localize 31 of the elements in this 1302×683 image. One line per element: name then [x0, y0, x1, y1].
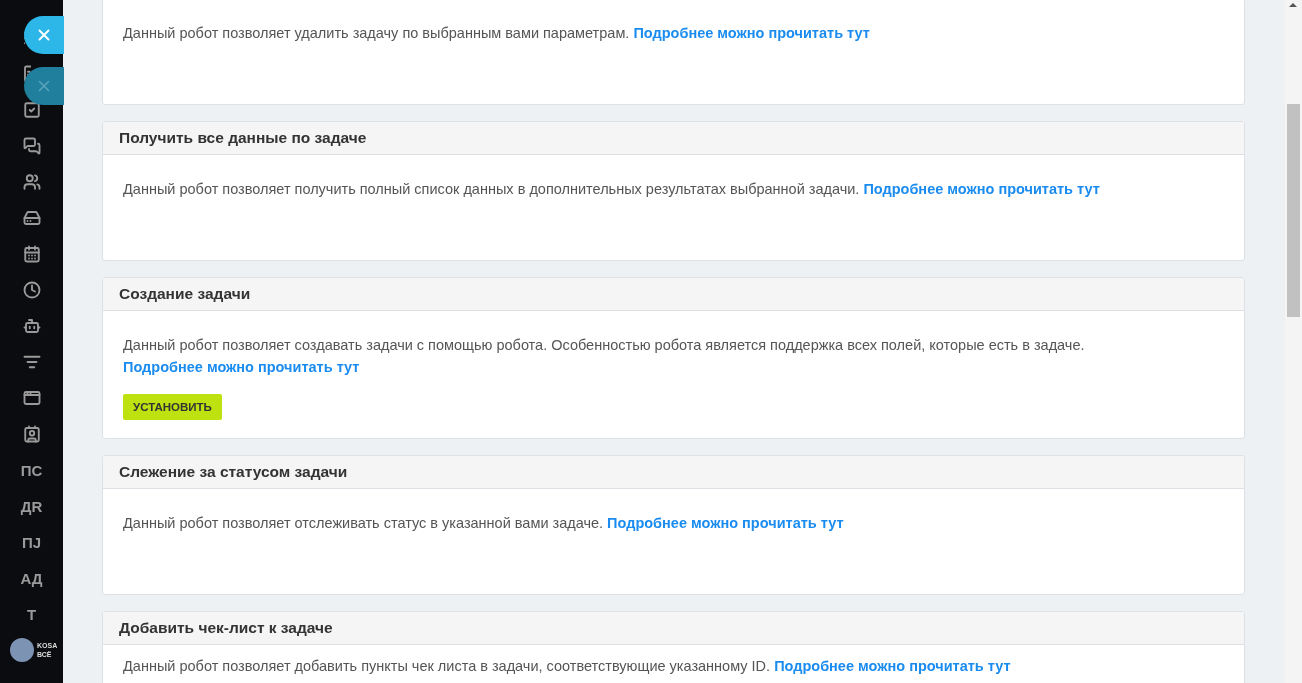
card-description: Данный робот позволяет удалить задачу по выбранным вами параметрам. [123, 25, 631, 41]
chat-icon[interactable] [22, 137, 41, 155]
logo-icon [10, 638, 34, 662]
install-button[interactable]: УСТАНОВИТЬ [123, 394, 222, 420]
sidebar-item[interactable]: Т [26, 605, 37, 623]
checkbox-icon[interactable] [22, 101, 41, 119]
scrollbar[interactable] [1285, 0, 1302, 683]
card-description: Данный робот позволяет создавать задачи с помощью робота. Особенностью робота является поддержка всех полей, которые есть в задаче. [123, 337, 1085, 353]
sidebar-item[interactable]: АД [20, 569, 43, 587]
sidebar-item[interactable]: ДR [20, 497, 43, 515]
close-button[interactable] [24, 16, 64, 54]
drive-icon[interactable] [22, 209, 41, 227]
card-title: Слежение за статусом задачи [103, 456, 1244, 489]
clock-icon[interactable] [22, 281, 41, 299]
calendar-icon[interactable] [22, 245, 41, 263]
card-description: Данный робот позволяет получить полный список данных в дополнительных результатах выбранной задачи. [123, 181, 861, 197]
sidebar-item[interactable]: ПС [20, 461, 43, 479]
card-title: Получить все данные по задаче [103, 122, 1244, 155]
robot-icon[interactable] [22, 317, 41, 335]
close-button[interactable] [24, 67, 64, 105]
sidebar-item[interactable]: ПJ [21, 533, 42, 551]
card-description: Данный робот позволяет добавить пункты чек листа в задачи, соответствующие указанному ID. [123, 658, 772, 674]
scrollbar-thumb[interactable] [1287, 104, 1300, 317]
card-title: Создание задачи [103, 278, 1244, 311]
card-description: Данный робот позволяет отслеживать статус в указанной вами задаче. [123, 515, 605, 531]
contact-card-icon[interactable] [22, 425, 41, 443]
window-icon[interactable] [22, 389, 41, 407]
card-title: Добавить чек-лист к задаче [103, 612, 1244, 645]
people-icon[interactable] [22, 173, 41, 191]
scroll-up-icon[interactable] [1289, 3, 1297, 7]
filter-icon[interactable] [22, 353, 41, 371]
